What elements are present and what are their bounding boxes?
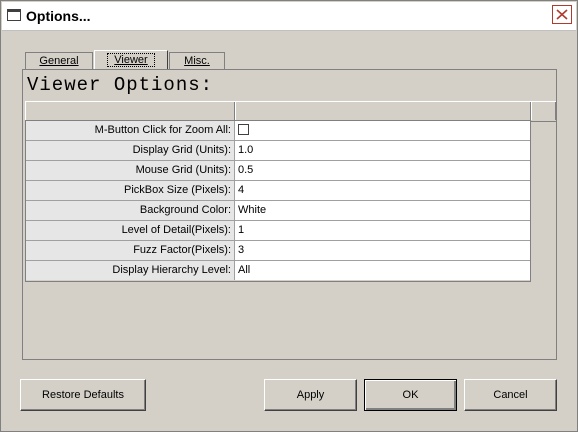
property-label: Level of Detail(Pixels): <box>26 221 235 240</box>
close-button[interactable] <box>552 5 572 24</box>
property-row: Mouse Grid (Units): 0.5 <box>26 161 530 181</box>
window-icon <box>7 9 21 21</box>
tab-misc-label: Misc. <box>184 55 210 67</box>
mouse-grid-field[interactable]: 0.5 <box>235 161 530 180</box>
viewer-panel: Viewer Options: M-Button Click for Zoom … <box>22 69 557 360</box>
property-row: Fuzz Factor(Pixels): 3 <box>26 241 530 261</box>
grid-header-value-column <box>235 102 531 120</box>
display-grid-field[interactable]: 1.0 <box>235 141 530 160</box>
tab-general[interactable]: General <box>25 52 93 70</box>
property-label: Background Color: <box>26 201 235 220</box>
tab-viewer[interactable]: Viewer <box>94 50 168 71</box>
property-label: Display Grid (Units): <box>26 141 235 160</box>
tab-general-label: General <box>39 55 79 67</box>
apply-button[interactable]: Apply <box>264 379 357 411</box>
zoom-all-checkbox[interactable] <box>238 124 249 135</box>
restore-defaults-button[interactable]: Restore Defaults <box>20 379 146 411</box>
background-color-field[interactable]: White <box>235 201 530 220</box>
property-label: Mouse Grid (Units): <box>26 161 235 180</box>
property-row: Display Grid (Units): 1.0 <box>26 141 530 161</box>
title-bar[interactable]: Options... <box>2 2 576 31</box>
cancel-button[interactable]: Cancel <box>464 379 557 411</box>
properties-grid: M-Button Click for Zoom All: Display Gri… <box>25 120 531 282</box>
window-title: Options... <box>26 8 91 24</box>
fuzz-factor-field[interactable]: 3 <box>235 241 530 260</box>
level-of-detail-field[interactable]: 1 <box>235 221 530 240</box>
grid-header-label-column <box>25 102 235 120</box>
options-dialog: Options... General Viewer Misc. Viewer O… <box>0 0 578 432</box>
ok-button[interactable]: OK <box>364 379 457 411</box>
pickbox-size-field[interactable]: 4 <box>235 181 530 200</box>
property-label: Display Hierarchy Level: <box>26 261 235 280</box>
property-label: Fuzz Factor(Pixels): <box>26 241 235 260</box>
property-label: M-Button Click for Zoom All: <box>26 121 235 140</box>
property-row: Level of Detail(Pixels): 1 <box>26 221 530 241</box>
property-row: PickBox Size (Pixels): 4 <box>26 181 530 201</box>
panel-title: Viewer Options: <box>27 74 214 96</box>
hierarchy-level-field[interactable]: All <box>235 261 530 280</box>
tab-misc[interactable]: Misc. <box>169 52 225 70</box>
property-row: Display Hierarchy Level: All <box>26 261 530 281</box>
property-row: Background Color: White <box>26 201 530 221</box>
close-icon <box>556 9 568 20</box>
tab-viewer-label: Viewer <box>107 53 155 67</box>
property-label: PickBox Size (Pixels): <box>26 181 235 200</box>
grid-header <box>25 101 556 122</box>
property-value[interactable] <box>235 121 530 140</box>
grid-header-spacer <box>531 102 556 120</box>
property-row: M-Button Click for Zoom All: <box>26 121 530 141</box>
